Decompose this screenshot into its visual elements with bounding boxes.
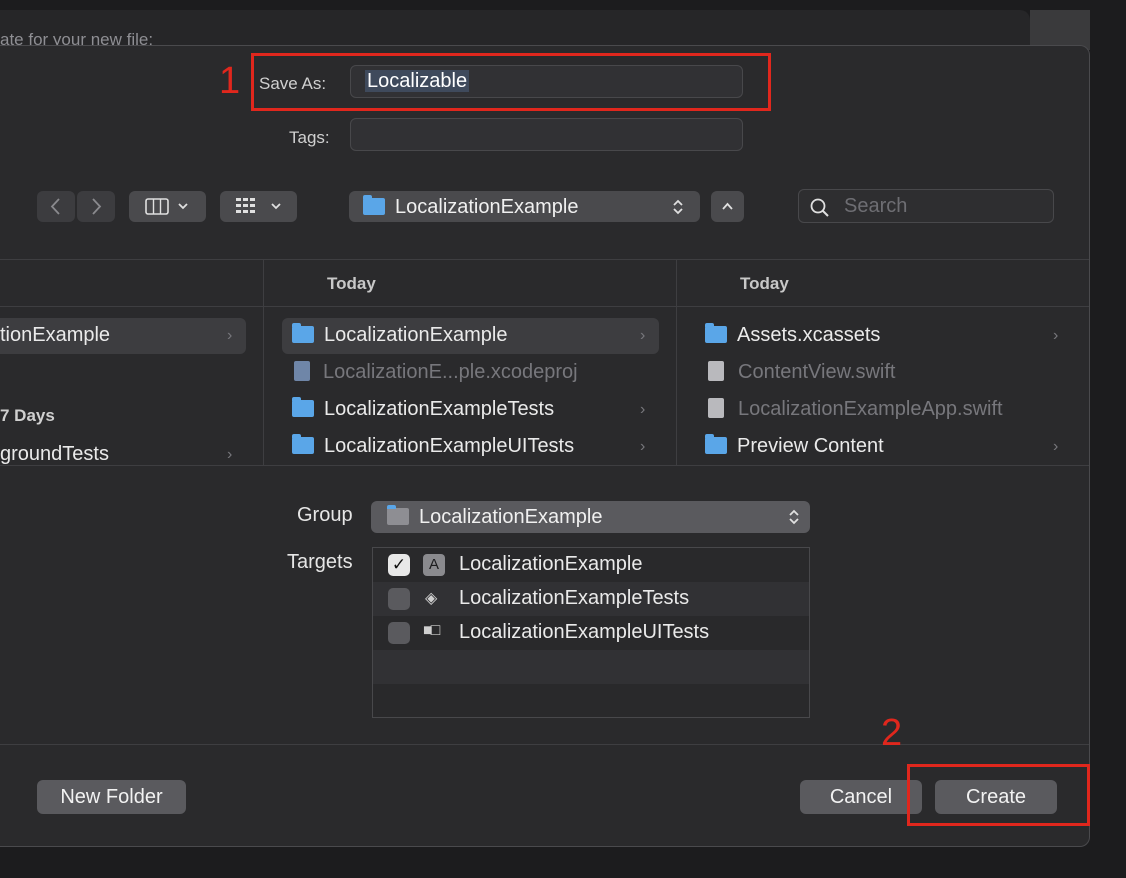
grid-view-icon — [236, 198, 255, 213]
column-divider — [676, 259, 677, 465]
group-by-button[interactable] — [220, 191, 297, 222]
target-label: LocalizationExampleUITests — [459, 621, 710, 643]
back-button[interactable] — [37, 191, 75, 222]
annotation-box-create — [907, 764, 1090, 826]
target-label: LocalizationExample — [459, 553, 643, 575]
target-row[interactable]: ✓ A LocalizationExample — [373, 548, 809, 582]
folder-icon — [363, 195, 385, 215]
chevron-up-icon — [722, 202, 733, 210]
chevron-left-icon — [50, 198, 60, 215]
target-row[interactable]: ■□ LocalizationExampleUITests — [373, 616, 809, 650]
list-item[interactable]: LocalizationE...ple.xcodeproj — [292, 361, 578, 384]
chevron-right-icon: › — [640, 327, 646, 344]
xcodeproj-icon — [294, 361, 310, 381]
folder-icon — [705, 434, 727, 454]
chevron-down-icon — [271, 203, 281, 210]
folder-icon — [387, 505, 409, 525]
view-mode-button[interactable] — [129, 191, 206, 222]
folder-icon — [292, 397, 314, 417]
location-label: LocalizationExample — [395, 196, 579, 218]
tags-label: Tags: — [289, 128, 330, 147]
window-edge — [1030, 10, 1090, 50]
cancel-button[interactable]: Cancel — [800, 780, 922, 814]
save-dialog: Save As: Localizable Tags: LocalizationE… — [0, 45, 1090, 847]
annotation-step-2: 2 — [881, 712, 903, 754]
folder-icon — [292, 434, 314, 454]
browser-bottom-divider — [0, 465, 1089, 466]
search-field[interactable]: Search — [798, 189, 1054, 223]
swift-file-icon — [708, 398, 724, 418]
browser-header-divider — [0, 306, 1089, 307]
browser-top-divider — [0, 259, 1089, 260]
group-label: Group — [297, 504, 353, 526]
list-item[interactable]: LocalizationExample — [292, 323, 507, 347]
chevron-down-icon — [178, 203, 188, 210]
list-item[interactable]: ContentView.swift — [705, 361, 896, 384]
group-popup[interactable]: LocalizationExample — [371, 501, 810, 533]
target-row[interactable]: ◈ LocalizationExampleTests — [373, 582, 809, 616]
chevron-right-icon: › — [640, 401, 646, 418]
chevron-right-icon: › — [227, 446, 233, 463]
chevron-right-icon: › — [1053, 438, 1059, 455]
up-down-chevron-icon — [673, 199, 683, 215]
up-down-chevron-icon — [789, 509, 799, 525]
collapse-button[interactable] — [711, 191, 744, 222]
folder-icon — [292, 323, 314, 343]
chevron-right-icon: › — [1053, 327, 1059, 344]
target-checkbox[interactable] — [388, 622, 410, 644]
chevron-right-icon: › — [640, 438, 646, 455]
annotation-box-save-as — [251, 53, 771, 111]
chevron-right-icon — [92, 198, 102, 215]
footer-divider — [0, 744, 1089, 745]
app-target-icon: A — [423, 554, 445, 576]
target-checkbox[interactable] — [388, 588, 410, 610]
new-folder-button[interactable]: New Folder — [37, 780, 186, 814]
list-item[interactable]: Assets.xcassets — [705, 323, 880, 347]
sidebar-item[interactable]: groundTests — [0, 443, 109, 466]
column-divider — [263, 259, 264, 465]
search-placeholder: Search — [844, 195, 908, 217]
sidebar-item-label: tionExample — [0, 324, 111, 346]
targets-list: ✓ A LocalizationExample ◈ LocalizationEx… — [372, 547, 810, 718]
chevron-right-icon: › — [227, 327, 233, 344]
list-item[interactable]: Preview Content — [705, 434, 884, 458]
ui-test-target-icon: ■□ — [423, 622, 440, 639]
unit-test-target-icon: ◈ — [425, 590, 438, 607]
group-value: LocalizationExample — [419, 506, 603, 528]
sidebar-section-header: 7 Days — [0, 406, 55, 425]
forward-button[interactable] — [77, 191, 115, 222]
swift-file-icon — [708, 361, 724, 381]
folder-icon — [705, 323, 727, 343]
target-label: LocalizationExampleTests — [459, 587, 690, 609]
checkmark-icon[interactable]: ✓ — [388, 554, 410, 576]
list-item[interactable]: LocalizationExampleApp.swift — [705, 398, 1003, 421]
list-item[interactable]: LocalizationExampleTests — [292, 397, 554, 421]
search-icon — [810, 198, 829, 217]
column-header-today: Today — [327, 274, 376, 293]
column-header-today: Today — [740, 274, 789, 293]
list-item[interactable]: LocalizationExampleUITests — [292, 434, 574, 458]
annotation-step-1: 1 — [219, 60, 241, 102]
location-popup[interactable]: LocalizationExample — [349, 191, 700, 222]
targets-label: Targets — [287, 551, 353, 573]
column-view-icon — [145, 198, 169, 215]
tags-field[interactable] — [350, 118, 743, 151]
